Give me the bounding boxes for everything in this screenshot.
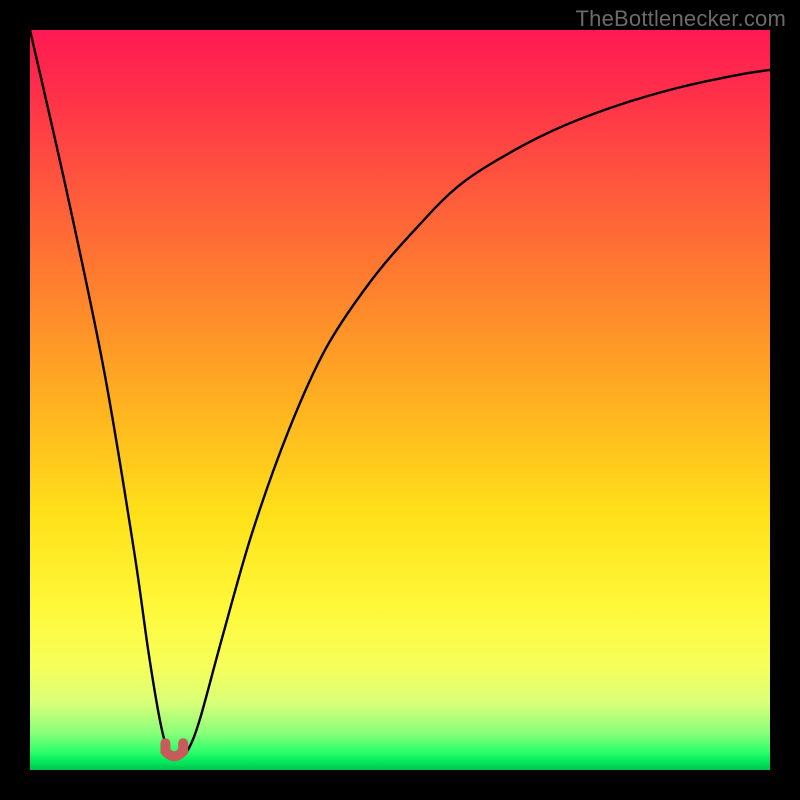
curve-layer	[30, 30, 770, 770]
chart-frame: TheBottlenecker.com	[0, 0, 800, 800]
watermark-label: TheBottlenecker.com	[576, 6, 786, 32]
plot-area	[30, 30, 770, 770]
bottleneck-curve	[30, 30, 770, 756]
tip-marker	[165, 743, 183, 756]
